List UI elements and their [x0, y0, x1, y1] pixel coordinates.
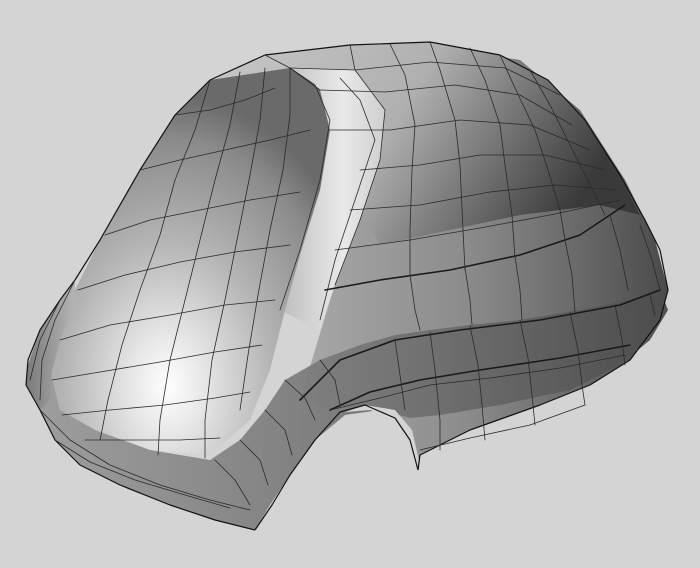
3d-viewport[interactable] [0, 0, 700, 568]
car-body-render [25, 41, 669, 531]
